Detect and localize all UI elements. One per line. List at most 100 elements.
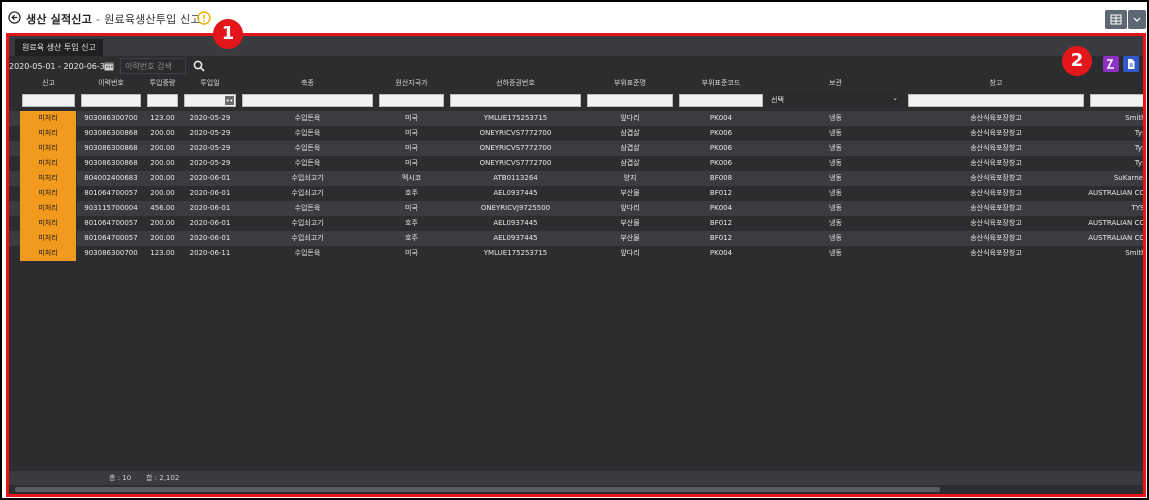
cell-origin-country: 미국: [405, 114, 418, 122]
column-header-part-code[interactable]: 부위표준코드: [677, 76, 765, 91]
cell-part-code: PK004: [709, 114, 733, 122]
date-range-value[interactable]: 2020-05-01 - 2020-06-30: [9, 59, 110, 74]
title-bar: 생산 실적신고 - 원료육생산투입 신고: [4, 4, 1147, 32]
storage-filter-select[interactable]: 선택 ⌄: [768, 93, 902, 108]
filter-input-warehouse[interactable]: [908, 94, 1084, 107]
cell-origin-country: 멕시코: [401, 174, 422, 182]
cell-bill-of-lading: YMLUE175253715: [483, 114, 548, 122]
document-icon: [1128, 59, 1135, 69]
cell-species: 수입돈육: [294, 114, 321, 122]
column-header-status[interactable]: 신고: [20, 76, 77, 91]
table-row[interactable]: 미처리 903086300700 123.00 2020-05-29 수입돈육 미국 YML…: [9, 111, 1143, 126]
cell-input-weight: 200.00: [150, 219, 175, 227]
view-dropdown-button[interactable]: [1128, 10, 1146, 29]
table-row[interactable]: 미처리 903086300868 200.00 2020-05-29 수입돈육 미국 ONE…: [9, 141, 1143, 156]
filter-input-part-name[interactable]: [587, 94, 673, 107]
table-row[interactable]: 미처리 801064700057 200.00 2020-06-01 수입쇠고기 호주 AE…: [9, 216, 1143, 231]
cell-status[interactable]: 미처리: [20, 111, 77, 126]
cell-origin-country: 호주: [405, 189, 418, 197]
cell-bill-of-lading: ONEYRICVS7772700: [479, 159, 552, 167]
cell-bill-of-lading: ATB0113264: [493, 174, 538, 182]
filter-input-species[interactable]: [242, 94, 373, 107]
cell-status[interactable]: 미처리: [20, 171, 77, 186]
cell-storage: 냉동: [829, 189, 842, 197]
filter-input-supplier[interactable]: [1090, 94, 1143, 107]
cell-supplier: AUSTRALIAN COU: [1088, 189, 1146, 197]
scrollbar-thumb[interactable]: [15, 487, 940, 492]
cell-input-date: 2020-06-01: [189, 204, 231, 212]
filter-input-status[interactable]: [22, 94, 75, 107]
back-arrow-icon[interactable]: [8, 11, 21, 24]
cell-status[interactable]: 미처리: [20, 201, 77, 216]
cell-bill-of-lading: ONEYRICVS7772700: [479, 129, 552, 137]
cell-part-name: 부산물: [620, 219, 640, 227]
approve-action-button[interactable]: [1103, 56, 1119, 72]
filter-input-part-code[interactable]: [679, 94, 763, 107]
info-warning-icon[interactable]: [197, 11, 211, 25]
cell-species: 수입돈육: [294, 249, 321, 257]
column-header-origin-country[interactable]: 원산지국가: [377, 76, 446, 91]
history-number-search-input[interactable]: [120, 58, 186, 74]
cell-part-code: PK006: [709, 129, 733, 137]
column-header-part-name[interactable]: 부위표준명: [585, 76, 675, 91]
cell-input-date: 2020-06-01: [189, 189, 231, 197]
column-header-supplier[interactable]: [1088, 76, 1143, 91]
cell-warehouse: 송산식육포장창고: [970, 249, 1022, 257]
filter-input-origin-country[interactable]: [379, 94, 444, 107]
grid-view-button[interactable]: [1105, 10, 1127, 29]
cell-supplier: TYSO: [1131, 204, 1145, 212]
table-row[interactable]: 미처리 903115700004 456.00 2020-06-01 수입돈육 미국 ONE…: [9, 201, 1143, 216]
filter-row: 선택 ⌄: [9, 91, 1143, 111]
cell-status[interactable]: 미처리: [20, 216, 77, 231]
column-header-history-number[interactable]: 이력번호: [79, 76, 143, 91]
cell-part-name: 앞다리: [620, 114, 640, 122]
filter-input-bill-of-lading[interactable]: [450, 94, 581, 107]
calendar-icon[interactable]: [104, 61, 114, 71]
cell-bill-of-lading: ONEYRICVS7772700: [479, 144, 552, 152]
export-file-button[interactable]: [1123, 56, 1139, 72]
table-row[interactable]: 미처리 801064700057 200.00 2020-06-01 수입쇠고기 호주 AE…: [9, 186, 1143, 201]
cell-input-weight: 200.00: [150, 129, 175, 137]
cell-supplier: AUSTRALIAN COU: [1088, 234, 1146, 242]
filter-input-input-weight[interactable]: [147, 94, 178, 107]
table-row[interactable]: 미처리 903086300868 200.00 2020-05-29 수입돈육 미국 ONE…: [9, 126, 1143, 141]
cell-storage: 냉동: [829, 219, 842, 227]
table-row[interactable]: 미처리 804002400683 200.00 2020-06-01 수입쇠고기 멕시코 A…: [9, 171, 1143, 186]
cell-part-code: PK004: [709, 249, 733, 257]
calendar-icon[interactable]: [225, 96, 234, 105]
storage-filter-value: 선택: [771, 96, 784, 104]
cell-status[interactable]: 미처리: [20, 126, 77, 141]
cell-status[interactable]: 미처리: [20, 156, 77, 171]
cell-warehouse: 송산식육포장창고: [970, 234, 1022, 242]
filter-toolbar: 2020-05-01 - 2020-06-30: [9, 56, 1143, 76]
cell-species: 수입쇠고기: [291, 189, 324, 197]
cell-history-number: 801064700057: [84, 234, 138, 242]
callout-1: 1: [213, 19, 243, 49]
column-header-input-date[interactable]: 투입일: [182, 76, 238, 91]
cell-part-name: 부산물: [620, 234, 640, 242]
cell-origin-country: 호주: [405, 234, 418, 242]
grid-footer: 총 : 10 합 : 2,102: [9, 471, 1143, 485]
cell-bill-of-lading: AEL0937445: [493, 234, 538, 242]
cell-history-number: 903086300868: [84, 144, 138, 152]
column-header-bill-of-lading[interactable]: 선하증권번호: [448, 76, 583, 91]
cell-status[interactable]: 미처리: [20, 186, 77, 201]
column-header-input-weight[interactable]: 투입중량: [145, 76, 180, 91]
column-header-species[interactable]: 축종: [240, 76, 375, 91]
cell-species: 수입돈육: [294, 204, 321, 212]
table-row[interactable]: 미처리 903086300868 200.00 2020-05-29 수입돈육 미국 ONE…: [9, 156, 1143, 171]
tab-raw-meat-input[interactable]: 원료육 생산 투입 신고: [15, 39, 103, 56]
column-header-warehouse[interactable]: 창고: [906, 76, 1086, 91]
search-icon[interactable]: [193, 60, 205, 72]
table-row[interactable]: 미처리 903086300700 123.00 2020-06-11 수입돈육 미국 YML…: [9, 246, 1143, 261]
table-row[interactable]: 미처리 801064700057 200.00 2020-06-01 수입쇠고기 호주 AE…: [9, 231, 1143, 246]
cell-status[interactable]: 미처리: [20, 141, 77, 156]
tab-strip: 원료육 생산 투입 신고: [9, 36, 1143, 56]
cell-supplier: Tyso: [1134, 129, 1146, 137]
cell-status[interactable]: 미처리: [20, 231, 77, 246]
cell-history-number: 903115700004: [84, 204, 138, 212]
horizontal-scrollbar[interactable]: [9, 485, 1143, 494]
cell-status[interactable]: 미처리: [20, 246, 77, 261]
filter-input-history-number[interactable]: [81, 94, 141, 107]
column-header-storage[interactable]: 보관: [767, 76, 904, 91]
